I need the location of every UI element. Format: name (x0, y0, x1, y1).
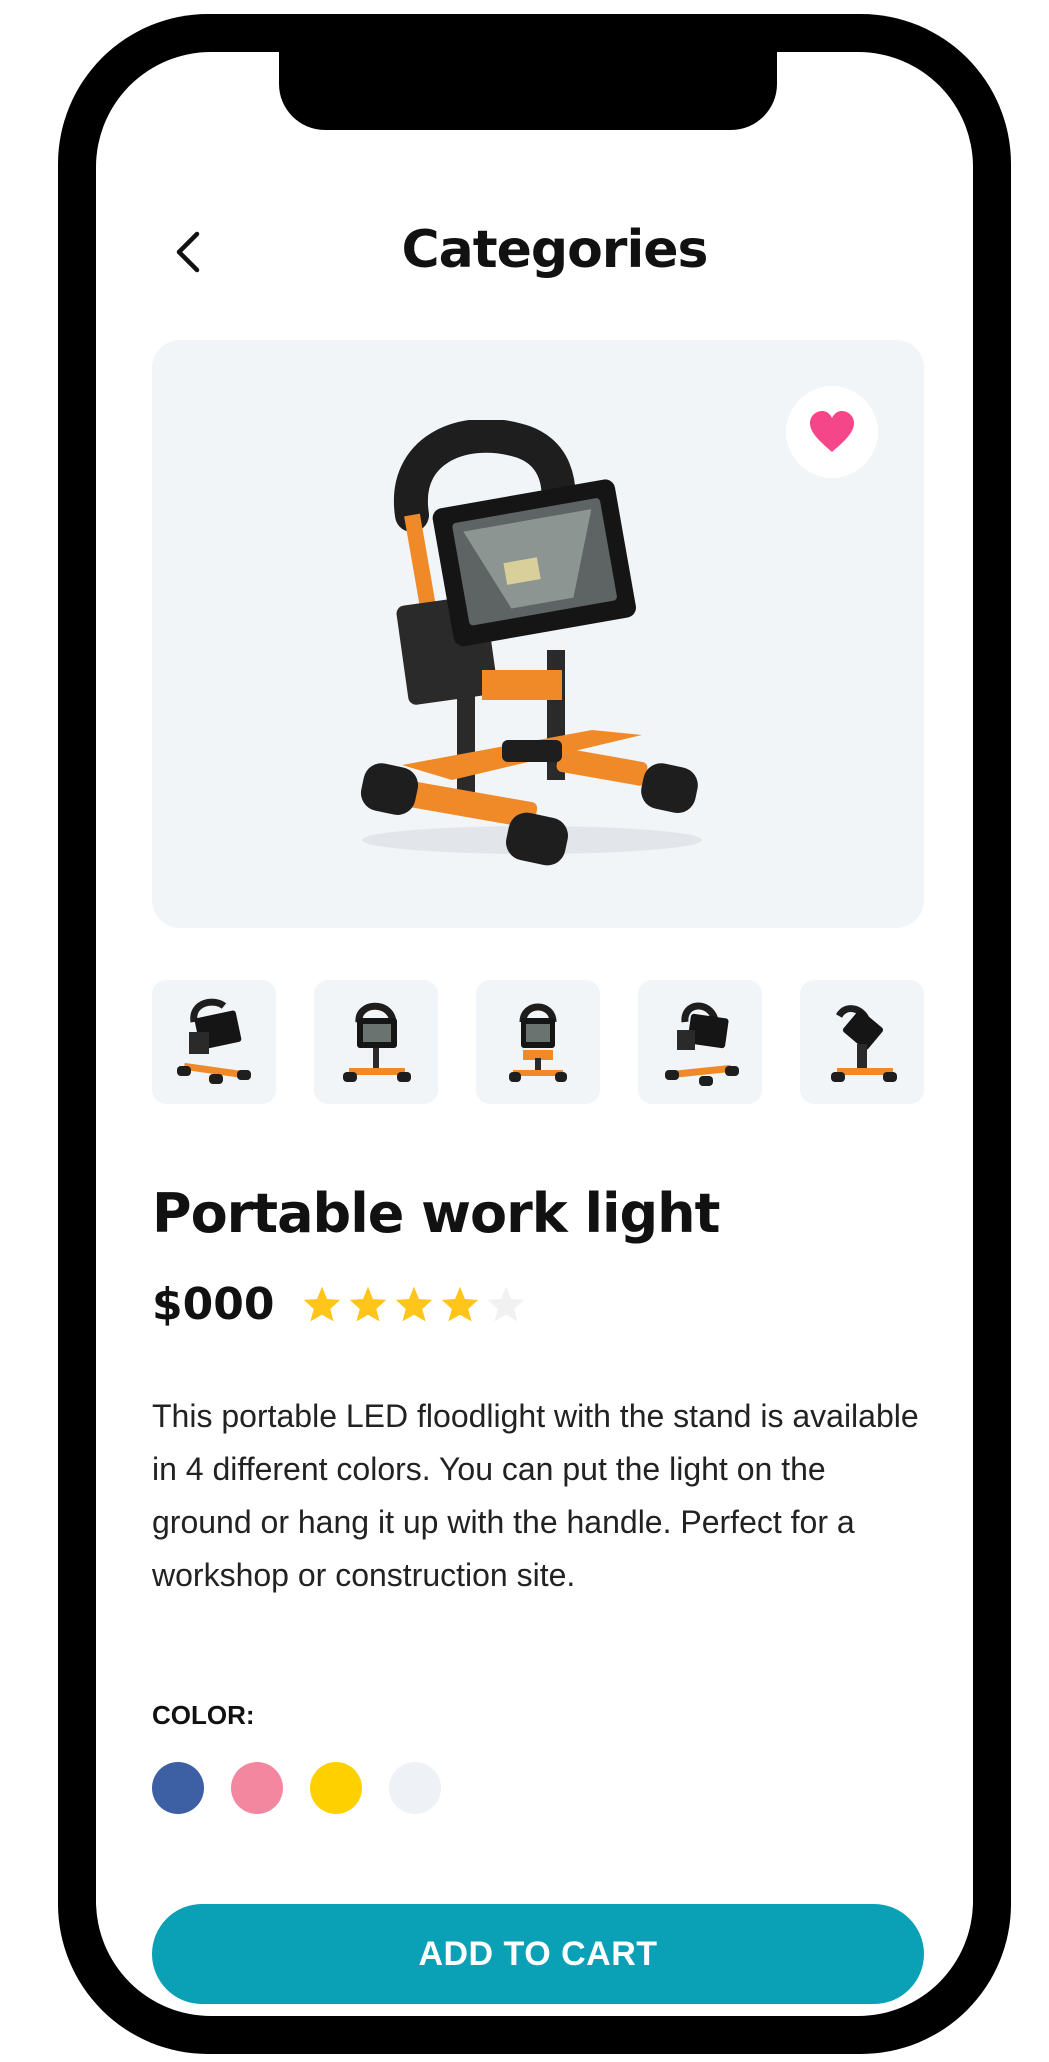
thumbnail-3[interactable] (476, 980, 600, 1104)
product-price: $000 (152, 1278, 275, 1330)
color-swatch-3[interactable] (310, 1762, 362, 1814)
rating-stars (302, 1285, 526, 1323)
color-swatch-1[interactable] (152, 1762, 204, 1814)
product-thumbnail-image (509, 1003, 567, 1082)
product-thumbnail-image (831, 1005, 897, 1082)
color-swatches (152, 1762, 441, 1814)
add-to-cart-button[interactable]: ADD TO CART (152, 1904, 924, 2004)
star-filled-icon (350, 1286, 387, 1322)
heart-icon (810, 411, 854, 452)
star-empty-icon (488, 1286, 525, 1322)
page-title: Categories (401, 220, 708, 280)
thumbnail-2[interactable] (314, 980, 438, 1104)
product-name: Portable work light (152, 1182, 720, 1245)
favorite-button[interactable] (786, 386, 878, 478)
product-description: This portable LED floodlight with the st… (152, 1398, 919, 1593)
product-thumbnail-image (665, 1002, 739, 1086)
color-swatch-4[interactable] (389, 1762, 441, 1814)
color-swatch-2[interactable] (231, 1762, 283, 1814)
color-label: COLOR: (152, 1700, 255, 1730)
price-rating-row: $000 (152, 1274, 526, 1334)
star-filled-icon (304, 1286, 341, 1322)
header: Categories (96, 210, 973, 300)
thumbnail-4[interactable] (638, 980, 762, 1104)
screen: Categories Portable work light $000 This… (96, 52, 973, 2016)
product-thumbnail-image (343, 1002, 411, 1082)
product-image (360, 420, 702, 866)
thumbnail-1[interactable] (152, 980, 276, 1104)
product-image-card (152, 340, 924, 928)
thumbnail-strip (152, 980, 924, 1106)
phone-frame: Categories Portable work light $000 This… (58, 14, 1011, 2054)
notch (279, 52, 777, 130)
star-filled-icon (442, 1286, 479, 1322)
star-filled-icon (396, 1286, 433, 1322)
product-thumbnail-image (177, 998, 251, 1084)
thumbnail-5[interactable] (800, 980, 924, 1104)
